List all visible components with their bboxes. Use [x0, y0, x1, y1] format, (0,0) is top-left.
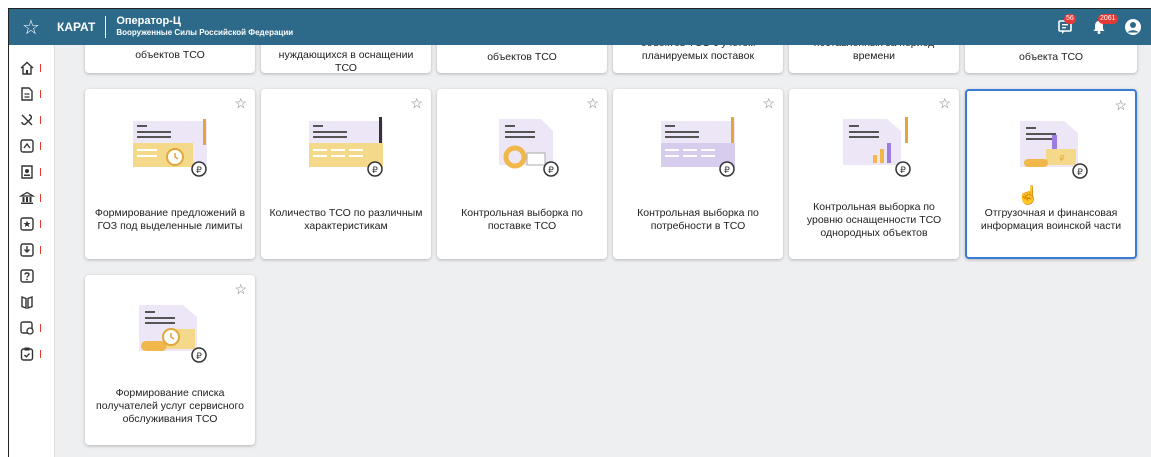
report-card-top-1[interactable]: объектов ТСО — [85, 45, 255, 73]
favorite-star-icon[interactable]: ☆ — [938, 95, 951, 112]
favorite-star-icon[interactable]: ☆ — [762, 95, 775, 112]
messages-badge: 56 — [1064, 14, 1076, 24]
report-card-need-sample[interactable]: ☆ ₽ Контрольная выборка по потребности в… — [613, 89, 783, 259]
sidebar-item-favorites[interactable] — [9, 211, 54, 237]
card-title: поставленных за период времени — [814, 45, 934, 62]
card-title: объектов ТСО — [135, 49, 205, 61]
card-title: Отгрузочная и финансовая информация воин… — [980, 207, 1122, 232]
svg-text:₽: ₽ — [196, 352, 202, 362]
card-title: Контрольная выборка по поставке ТСО — [461, 207, 583, 232]
card-title: Контрольная выборка по уровню оснащеннос… — [806, 201, 942, 239]
chat-icon — [20, 139, 34, 153]
top-bar: ☆ КАРАТ Оператор-Ц Вооруженные Силы Росс… — [9, 9, 1151, 45]
card-title: нуждающихся в оснащении ТСО — [278, 49, 414, 74]
card-title: объекта ТСО — [1019, 51, 1083, 63]
card-title: объектов ТСО — [487, 51, 557, 63]
report-donut-coin-icon: ₽ — [499, 119, 559, 177]
messages-button[interactable]: 56 — [1055, 14, 1076, 37]
report-table-coin-icon: ₽ — [309, 117, 383, 177]
download-icon — [20, 243, 34, 257]
report-receipt-coin-icon: ₽ ₽ — [1020, 121, 1088, 179]
report-card-service-recipients[interactable]: ☆ ₽ Формирование списка получателей услу… — [85, 275, 255, 445]
hand-cursor-icon: ☝ — [1017, 185, 1040, 205]
favorite-star-icon[interactable]: ☆ — [234, 281, 247, 298]
top-right-tools: 56 2061 — [1055, 9, 1143, 45]
wrench-icon — [21, 114, 33, 126]
notifications-badge: 2061 — [1098, 14, 1118, 24]
report-grid: объектов ТСО нуждающихся в оснащении ТСО… — [55, 45, 1151, 457]
sidebar-item-checklist[interactable] — [9, 341, 54, 367]
sidebar-item-personnel[interactable] — [9, 159, 54, 185]
user-icon — [1125, 19, 1141, 35]
sidebar-item-service[interactable] — [9, 107, 54, 133]
report-card-equipment-level[interactable]: ☆ ₽ Контрольная выборка по уровню оснаще… — [789, 89, 959, 259]
report-clock-receipt-icon: ₽ — [139, 305, 207, 363]
sidebar-item-settings[interactable] — [9, 315, 54, 341]
report-card-top-3[interactable]: объектов ТСО — [437, 45, 607, 73]
operator-title: Оператор-Ц — [116, 15, 181, 27]
bank-icon — [19, 191, 35, 204]
sidebar — [9, 45, 55, 457]
svg-text:₽: ₽ — [724, 166, 730, 176]
svg-text:₽: ₽ — [1077, 168, 1083, 178]
sidebar-item-help[interactable] — [9, 263, 54, 289]
app-frame: ☆ КАРАТ Оператор-Ц Вооруженные Силы Росс… — [8, 8, 1151, 457]
card-title: Количество ТСО по различным характеристи… — [269, 207, 423, 232]
operator-info[interactable]: Оператор-Ц Вооруженные Силы Российской Ф… — [106, 16, 293, 38]
user-doc-icon — [21, 165, 33, 179]
svg-text:₽: ₽ — [900, 166, 906, 176]
favorite-star-icon[interactable]: ☆ — [410, 95, 423, 112]
clipboard-icon — [20, 347, 34, 361]
home-icon — [20, 61, 34, 75]
favorite-star-icon[interactable]: ☆ — [234, 95, 247, 112]
sidebar-item-reference[interactable] — [9, 289, 54, 315]
report-card-top-4[interactable]: объектов ТСО с учетом планируемых постав… — [613, 45, 783, 73]
report-card-shipment-finance[interactable]: ☆ ₽ ₽ ☝ Отгрузочная и финансовая информа… — [965, 89, 1137, 259]
card-title: Формирование предложений в ГОЗ под выдел… — [94, 207, 246, 232]
report-barchart-coin-icon: ₽ — [843, 117, 911, 177]
book-icon — [21, 295, 33, 310]
svg-text:₽: ₽ — [548, 166, 554, 176]
notifications-button[interactable]: 2061 — [1089, 14, 1118, 37]
svg-text:₽: ₽ — [1059, 154, 1064, 163]
help-icon — [20, 269, 34, 283]
favorite-star-icon[interactable]: ☆ — [1114, 97, 1127, 114]
card-title: объектов ТСО с учетом планируемых постав… — [641, 45, 756, 62]
favorites-star-icon[interactable]: ☆ — [9, 9, 53, 45]
app-name[interactable]: КАРАТ — [53, 16, 107, 38]
user-button[interactable] — [1123, 17, 1143, 37]
report-card-top-6[interactable]: объекта ТСО — [965, 45, 1137, 73]
document-icon — [21, 87, 33, 101]
report-card-tso-characteristics[interactable]: ☆ ₽ Количество ТСО по различным характер… — [261, 89, 431, 259]
report-table-coin-icon: ₽ — [661, 117, 735, 177]
star-box-icon — [20, 217, 34, 231]
report-clock-coin-icon: ₽ — [133, 119, 207, 177]
svg-text:₽: ₽ — [372, 166, 378, 176]
report-card-goz-proposals[interactable]: ☆ ₽ Формирование предложений в ГОЗ под в… — [85, 89, 255, 259]
report-card-supply-sample[interactable]: ☆ ₽ Контрольная выборка по поставке ТСО — [437, 89, 607, 259]
favorite-star-icon[interactable]: ☆ — [586, 95, 599, 112]
sidebar-item-home[interactable] — [9, 55, 54, 81]
card-title: Контрольная выборка по потребности в ТСО — [637, 207, 759, 232]
operator-org: Вооруженные Силы Российской Федерации — [116, 28, 294, 37]
report-card-top-5[interactable]: поставленных за период времени — [789, 45, 959, 73]
report-card-top-2[interactable]: нуждающихся в оснащении ТСО — [261, 45, 431, 74]
settings-doc-icon — [20, 321, 34, 335]
sidebar-item-documents[interactable] — [9, 81, 54, 107]
sidebar-item-import[interactable] — [9, 237, 54, 263]
sidebar-item-requests[interactable] — [9, 133, 54, 159]
svg-text:₽: ₽ — [196, 166, 202, 176]
card-title: Формирование списка получателей услуг се… — [96, 387, 244, 425]
sidebar-item-organizations[interactable] — [9, 185, 54, 211]
